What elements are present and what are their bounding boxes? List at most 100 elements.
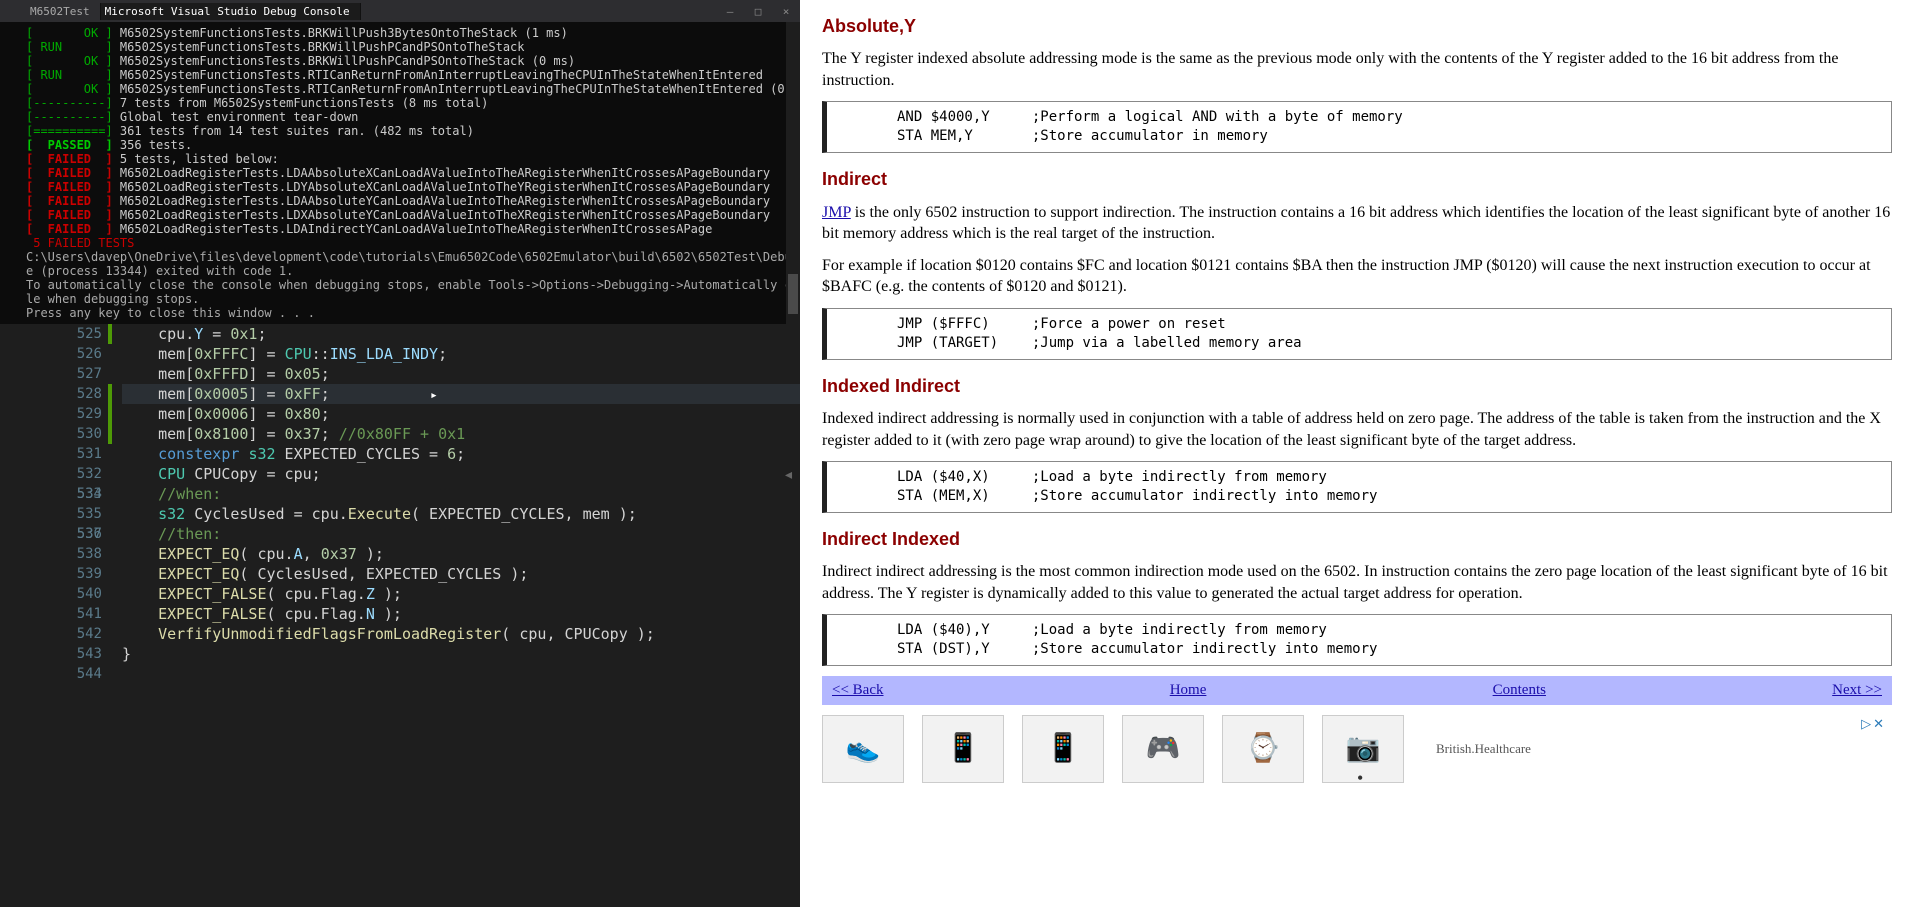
console-line: [ FAILED ] M6502LoadRegisterTests.LDXAbs… — [26, 208, 792, 222]
nav-back-link[interactable]: << Back — [832, 680, 884, 700]
nav-contents-link[interactable]: Contents — [1493, 680, 1546, 700]
line-number: 540 — [62, 584, 102, 604]
code-line[interactable]: 532 CPU CPUCopy = cpu; — [122, 464, 800, 484]
change-bar-icon — [108, 324, 112, 344]
nav-next-link[interactable]: Next >> — [1832, 680, 1882, 700]
code-line[interactable]: 526 mem[0xFFFC] = CPU::INS_LDA_INDY; — [122, 344, 800, 364]
window-buttons: — □ × — [716, 5, 800, 18]
code-line[interactable]: 537 //then: — [122, 524, 800, 544]
code-line[interactable]: 531 constexpr s32 EXPECTED_CYCLES = 6; — [122, 444, 800, 464]
console-line: [ OK ] M6502SystemFunctionsTests.BRKWill… — [26, 54, 792, 68]
code-text: mem[0x0006] = 0x80; — [122, 404, 330, 424]
close-button[interactable]: × — [772, 5, 800, 18]
code-text: s32 CyclesUsed = cpu.Execute( EXPECTED_C… — [122, 504, 637, 524]
code-text: CPU CPUCopy = cpu; — [122, 464, 321, 484]
ad-thumbnail[interactable]: 📱 — [922, 715, 1004, 783]
asm-code-block: AND $4000,Y ;Perform a logical AND with … — [822, 101, 1892, 153]
code-text: //when: — [122, 484, 221, 504]
console-line: [ RUN ] M6502SystemFunctionsTests.RTICan… — [26, 68, 792, 82]
console-line: [ FAILED ] M6502LoadRegisterTests.LDAInd… — [26, 222, 792, 236]
line-number: 532 — [62, 464, 102, 484]
code-editor[interactable]: 525 cpu.Y = 0x1;526 mem[0xFFFC] = CPU::I… — [0, 324, 800, 907]
code-line[interactable]: 534 //when: — [122, 484, 800, 504]
code-line[interactable]: 540 EXPECT_FALSE( cpu.Flag.Z ); — [122, 584, 800, 604]
code-line[interactable]: 529 mem[0x0006] = 0x80; — [122, 404, 800, 424]
console-line: To automatically close the console when … — [26, 278, 792, 292]
line-number: 535 — [62, 504, 102, 524]
console-line: Press any key to close this window . . . — [26, 306, 792, 320]
jmp-link[interactable]: JMP — [822, 204, 851, 221]
change-bar-icon — [108, 424, 112, 444]
adchoices-icon[interactable]: ▷ — [1861, 715, 1871, 733]
code-text: mem[0xFFFD] = 0x05; — [122, 364, 330, 384]
tab-debug-console[interactable]: Microsoft Visual Studio Debug Console — [101, 3, 361, 20]
code-line[interactable]: 527 mem[0xFFFD] = 0x05; — [122, 364, 800, 384]
ad-thumbnail[interactable]: 🎮 — [1122, 715, 1204, 783]
code-text: constexpr s32 EXPECTED_CYCLES = 6; — [122, 444, 465, 464]
section-paragraph: Indexed indirect addressing is normally … — [822, 408, 1892, 451]
debug-console-output[interactable]: [ OK ] M6502SystemFunctionsTests.BRKWill… — [0, 22, 800, 324]
code-line[interactable]: 528 mem[0x0005] = 0xFF; — [122, 384, 800, 404]
console-line: [ FAILED ] M6502LoadRegisterTests.LDAAbs… — [26, 166, 792, 180]
section-heading: Indirect — [822, 167, 1892, 191]
line-number: 531 — [62, 444, 102, 464]
code-line[interactable]: 538 EXPECT_EQ( cpu.A, 0x37 ); — [122, 544, 800, 564]
console-scrollbar[interactable] — [786, 22, 800, 324]
code-line[interactable]: 535 s32 CyclesUsed = cpu.Execute( EXPECT… — [122, 504, 800, 524]
console-line: [ FAILED ] 5 tests, listed below: — [26, 152, 792, 166]
line-number: 538 — [62, 544, 102, 564]
section-paragraph: The Y register indexed absolute addressi… — [822, 48, 1892, 91]
console-line: [==========] 361 tests from 14 test suit… — [26, 124, 792, 138]
console-line: [ FAILED ] M6502LoadRegisterTests.LDYAbs… — [26, 180, 792, 194]
section-paragraph: JMP is the only 6502 instruction to supp… — [822, 202, 1892, 245]
console-line: [ OK ] M6502SystemFunctionsTests.BRKWill… — [26, 26, 792, 40]
line-number: 530 — [62, 424, 102, 444]
line-number: 543 — [62, 644, 102, 664]
code-text: EXPECT_EQ( cpu.A, 0x37 ); — [122, 544, 384, 564]
maximize-button[interactable]: □ — [744, 5, 772, 18]
line-number: 542 — [62, 624, 102, 644]
ide-pane: Solution Explorer M6502Test Microsoft Vi… — [0, 0, 800, 907]
ad-thumbnail[interactable]: ⌚ — [1222, 715, 1304, 783]
code-text: cpu.Y = 0x1; — [122, 324, 267, 344]
console-scrollbar-thumb[interactable] — [788, 274, 798, 314]
console-line: [ PASSED ] 356 tests. — [26, 138, 792, 152]
change-bar-icon — [108, 404, 112, 424]
nav-home-link[interactable]: Home — [1170, 680, 1207, 700]
console-line: 5 FAILED TESTS — [26, 236, 792, 250]
editor-collapse-handle-icon[interactable]: ◂ — [783, 464, 794, 485]
code-text: } — [122, 644, 131, 664]
code-line[interactable]: 543} — [122, 644, 800, 664]
code-text: VerfifyUnmodifiedFlagsFromLoadRegister( … — [122, 624, 655, 644]
asm-code-block: JMP ($FFFC) ;Force a power on reset JMP … — [822, 308, 1892, 360]
line-number: 528 — [62, 384, 102, 404]
line-number: 537 — [62, 524, 102, 544]
code-line[interactable]: 542 VerfifyUnmodifiedFlagsFromLoadRegist… — [122, 624, 800, 644]
console-line: e (process 13344) exited with code 1. — [26, 264, 792, 278]
console-line: [ OK ] M6502SystemFunctionsTests.RTICanR… — [26, 82, 792, 96]
code-line[interactable]: 525 cpu.Y = 0x1; — [122, 324, 800, 344]
ad-thumbnail[interactable]: 📱 — [1022, 715, 1104, 783]
carousel-dot-icon[interactable]: • — [1357, 766, 1363, 790]
code-line[interactable]: 530 mem[0x8100] = 0x37; //0x80FF + 0x1 — [122, 424, 800, 444]
console-tabstrip: M6502Test Microsoft Visual Studio Debug … — [0, 0, 800, 22]
tab-m6502test[interactable]: M6502Test — [26, 3, 101, 20]
minimize-button[interactable]: — — [716, 5, 744, 18]
code-line[interactable]: 541 EXPECT_FALSE( cpu.Flag.N ); — [122, 604, 800, 624]
section-heading: Indirect Indexed — [822, 527, 1892, 551]
ad-thumbnail[interactable]: 👟 — [822, 715, 904, 783]
code-line[interactable]: 539 EXPECT_EQ( CyclesUsed, EXPECTED_CYCL… — [122, 564, 800, 584]
asm-code-block: LDA ($40,X) ;Load a byte indirectly from… — [822, 461, 1892, 513]
console-line: le when debugging stops. — [26, 292, 792, 306]
line-number: 534 — [62, 484, 102, 504]
documentation-pane[interactable]: Absolute,Y The Y register indexed absolut… — [800, 0, 1920, 907]
code-text: EXPECT_EQ( CyclesUsed, EXPECTED_CYCLES )… — [122, 564, 528, 584]
console-line: [ RUN ] M6502SystemFunctionsTests.BRKWil… — [26, 40, 792, 54]
ad-strip: 👟📱📱🎮⌚📷British.Healthcare▷✕• — [822, 715, 1892, 783]
ad-close-icon[interactable]: ✕ — [1873, 715, 1884, 733]
console-line: [----------] Global test environment tea… — [26, 110, 792, 124]
line-number: 541 — [62, 604, 102, 624]
line-number: 526 — [62, 344, 102, 364]
section-heading: Absolute,Y — [822, 14, 1892, 38]
change-bar-icon — [108, 384, 112, 404]
